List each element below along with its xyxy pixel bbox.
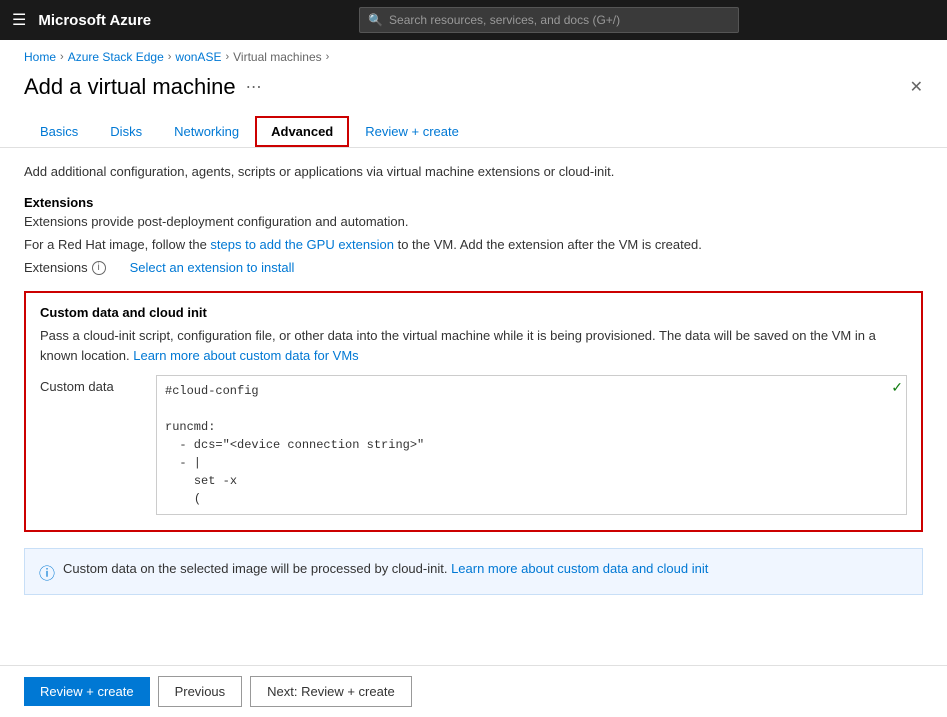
extensions-info-icon[interactable]: i [92, 261, 106, 275]
tab-networking[interactable]: Networking [158, 116, 255, 147]
custom-data-section: Custom data and cloud init Pass a cloud-… [24, 291, 923, 532]
extensions-gpu-note: For a Red Hat image, follow the steps to… [24, 237, 923, 252]
main-container: Home › Azure Stack Edge › wonASE › Virtu… [0, 40, 947, 717]
breadcrumb: Home › Azure Stack Edge › wonASE › Virtu… [0, 40, 947, 70]
tab-disks[interactable]: Disks [94, 116, 158, 147]
custom-data-label: Custom data [40, 375, 140, 394]
review-create-button[interactable]: Review + create [24, 677, 150, 706]
custom-data-textarea[interactable]: #cloud-config runcmd: - dcs="<device con… [156, 375, 907, 515]
tab-advanced[interactable]: Advanced [255, 116, 349, 147]
validation-checkmark-icon: ✓ [891, 379, 903, 396]
tab-basics[interactable]: Basics [24, 116, 94, 147]
page-title: Add a virtual machine [24, 74, 236, 100]
extensions-section: Extensions Extensions provide post-deplo… [24, 195, 923, 252]
search-input[interactable] [389, 13, 730, 27]
custom-data-row: Custom data #cloud-config runcmd: - dcs=… [40, 375, 907, 518]
tab-description: Add additional configuration, agents, sc… [24, 164, 923, 179]
breadcrumb-current: Virtual machines [233, 50, 322, 64]
search-icon: 🔍 [368, 13, 383, 27]
custom-data-wrapper: #cloud-config runcmd: - dcs="<device con… [156, 375, 907, 518]
info-banner-link[interactable]: Learn more about custom data and cloud i… [451, 561, 708, 576]
topbar: ☰ Microsoft Azure 🔍 [0, 0, 947, 40]
custom-data-learn-link[interactable]: Learn more about custom data for VMs [133, 348, 358, 363]
search-bar[interactable]: 🔍 [359, 7, 739, 33]
hamburger-icon[interactable]: ☰ [12, 10, 26, 30]
next-button[interactable]: Next: Review + create [250, 676, 412, 707]
extensions-subtitle: Extensions provide post-deployment confi… [24, 214, 923, 229]
close-button[interactable]: ✕ [910, 77, 923, 97]
more-options-icon[interactable]: ⋯ [246, 77, 262, 97]
extensions-field-label: Extensions i [24, 260, 106, 275]
breadcrumb-stack-edge[interactable]: Azure Stack Edge [68, 50, 164, 64]
gpu-extension-link[interactable]: steps to add the GPU extension [210, 237, 394, 252]
info-banner: ⓘ Custom data on the selected image will… [24, 548, 923, 595]
tab-review-create[interactable]: Review + create [349, 116, 475, 147]
tab-content: Add additional configuration, agents, sc… [0, 148, 947, 631]
previous-button[interactable]: Previous [158, 676, 243, 707]
breadcrumb-home[interactable]: Home [24, 50, 56, 64]
extensions-row: Extensions i Select an extension to inst… [24, 260, 923, 275]
custom-data-description: Pass a cloud-init script, configuration … [40, 326, 907, 365]
breadcrumb-wonase[interactable]: wonASE [175, 50, 221, 64]
app-title: Microsoft Azure [38, 12, 151, 29]
info-banner-text: Custom data on the selected image will b… [63, 559, 708, 579]
tabs-bar: Basics Disks Networking Advanced Review … [0, 116, 947, 148]
footer-buttons: Review + create Previous Next: Review + … [0, 665, 947, 717]
page-header: Add a virtual machine ⋯ ✕ [0, 70, 947, 116]
custom-data-title: Custom data and cloud init [40, 305, 907, 320]
select-extension-link[interactable]: Select an extension to install [130, 260, 295, 275]
extensions-title: Extensions [24, 195, 923, 210]
info-banner-icon: ⓘ [39, 560, 55, 584]
